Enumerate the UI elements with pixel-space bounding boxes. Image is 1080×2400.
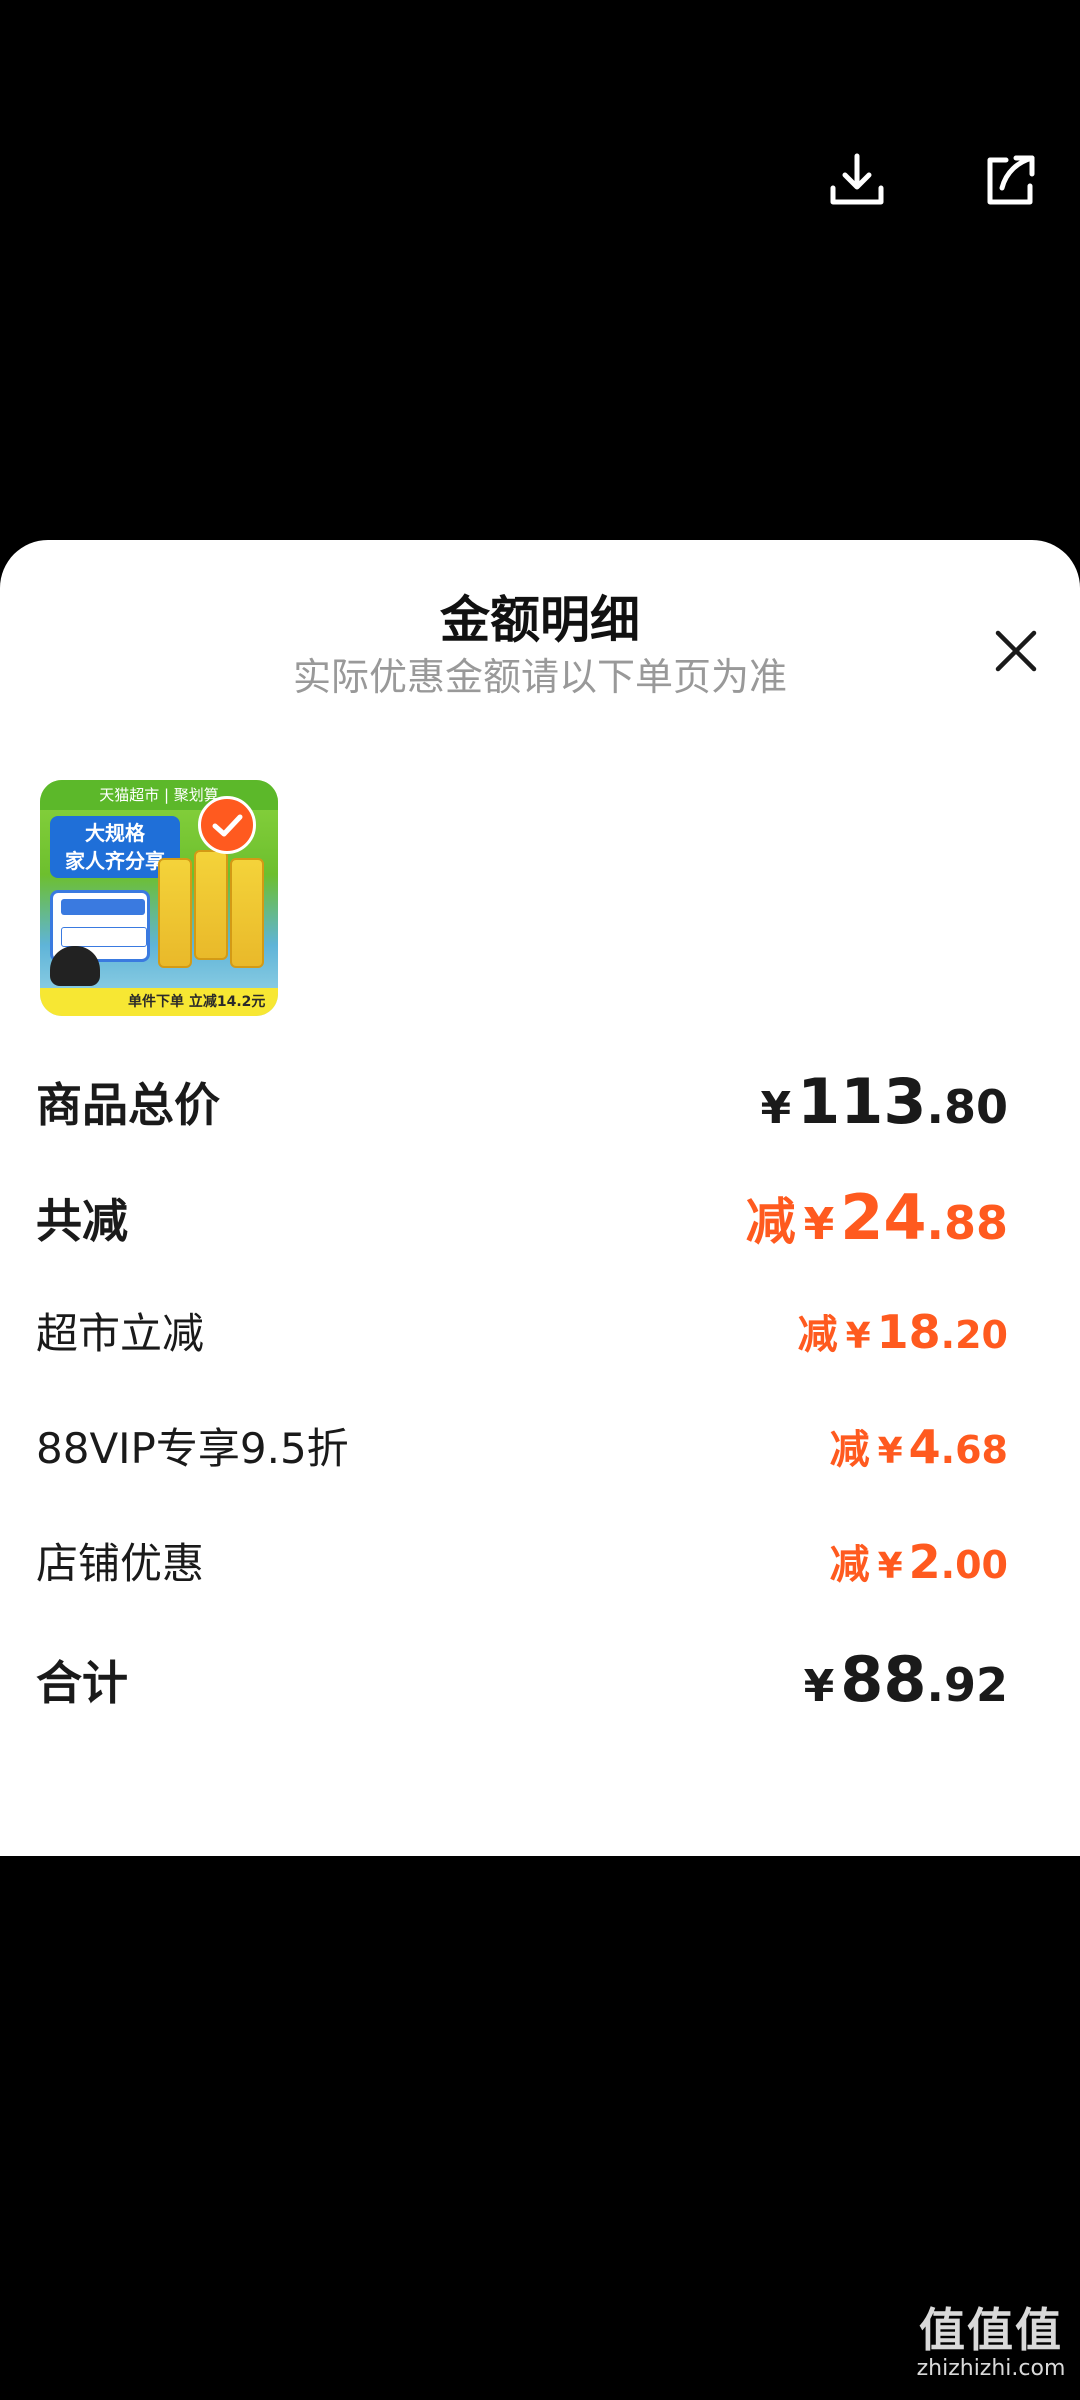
row-value: ¥ 88 .92 — [804, 1643, 1044, 1716]
row-value: 减 ¥ 18 .20 — [798, 1302, 1044, 1360]
currency-symbol: ¥ — [877, 1545, 903, 1587]
row-value: 减 ¥ 4 .68 — [830, 1417, 1044, 1475]
row-label: 合计 — [36, 1655, 128, 1710]
row-label: 超市立减 — [36, 1309, 205, 1358]
row-supermarket-discount: 超市立减 减 ¥ 18 .20 — [36, 1300, 1044, 1361]
discount-prefix: 减 — [829, 1541, 870, 1588]
discount-prefix: 减 — [829, 1426, 870, 1473]
product-thumbnail[interactable]: 天猫超市 | 聚划算 大规格 家人齐分享 单件下单 立减14.2元 — [40, 780, 278, 1016]
amount-decimal: .68 — [940, 1427, 1008, 1472]
sheet-subtitle: 实际优惠金额请以下单页为准 — [292, 655, 787, 699]
share-icon[interactable] — [978, 148, 1042, 212]
row-total-discount: 共减 减 ¥ 24 .88 — [36, 1181, 1044, 1254]
amount-decimal: .80 — [926, 1080, 1009, 1134]
amount-detail-sheet: 金额明细 实际优惠金额请以下单页为准 天猫超市 | 聚划算 大规格 家人齐分享 … — [0, 540, 1080, 1856]
amount-decimal: .20 — [940, 1312, 1008, 1357]
amount-decimal: .00 — [940, 1542, 1008, 1587]
row-label: 商品总价 — [36, 1077, 220, 1132]
selected-check-button[interactable] — [198, 796, 256, 854]
amount-decimal: .92 — [926, 1658, 1009, 1712]
amount-integer: 2 — [908, 1534, 941, 1589]
top-bar — [0, 0, 1080, 540]
check-icon — [212, 814, 243, 837]
row-product-total: 商品总价 ¥ 113 .80 — [36, 1065, 1044, 1138]
close-icon — [995, 630, 1037, 672]
row-vip-discount: 88VIP专享9.5折 减 ¥ 4 .68 — [36, 1415, 1044, 1476]
watermark-url: zhizhizhi.com — [916, 2355, 1066, 2381]
row-label: 88VIP专享9.5折 — [36, 1424, 349, 1473]
amount-integer: 24 — [840, 1181, 927, 1254]
download-icon[interactable] — [825, 148, 889, 212]
thumb-footer: 单件下单 立减14.2元 — [40, 988, 278, 1016]
discount-prefix: 减 — [745, 1193, 796, 1251]
currency-symbol: ¥ — [845, 1315, 871, 1357]
row-grand-total: 合计 ¥ 88 .92 — [36, 1643, 1044, 1716]
amount-integer: 18 — [876, 1304, 941, 1359]
sheet-title: 金额明细 — [440, 591, 640, 649]
row-label: 共减 — [36, 1193, 128, 1248]
currency-symbol: ¥ — [760, 1083, 792, 1134]
watermark: 值值值 zhizhizhi.com — [916, 2305, 1066, 2382]
amount-integer: 113 — [797, 1065, 927, 1138]
thumb-product-image — [158, 850, 268, 970]
watermark-logo: 值值值 — [919, 2303, 1063, 2358]
row-label: 店铺优惠 — [36, 1539, 205, 1588]
currency-symbol: ¥ — [803, 1199, 835, 1250]
currency-symbol: ¥ — [803, 1661, 835, 1712]
row-value: 减 ¥ 24 .88 — [746, 1181, 1044, 1254]
discount-prefix: 减 — [797, 1311, 838, 1358]
row-store-discount: 店铺优惠 减 ¥ 2 .00 — [36, 1530, 1044, 1591]
row-value: 减 ¥ 2 .00 — [830, 1532, 1044, 1590]
amount-integer: 88 — [840, 1643, 927, 1716]
close-button[interactable] — [990, 625, 1042, 677]
row-value: ¥ 113 .80 — [760, 1065, 1044, 1138]
currency-symbol: ¥ — [877, 1430, 903, 1472]
amount-decimal: .88 — [926, 1196, 1009, 1250]
amount-integer: 4 — [908, 1419, 941, 1474]
mascot-icon — [50, 946, 100, 986]
